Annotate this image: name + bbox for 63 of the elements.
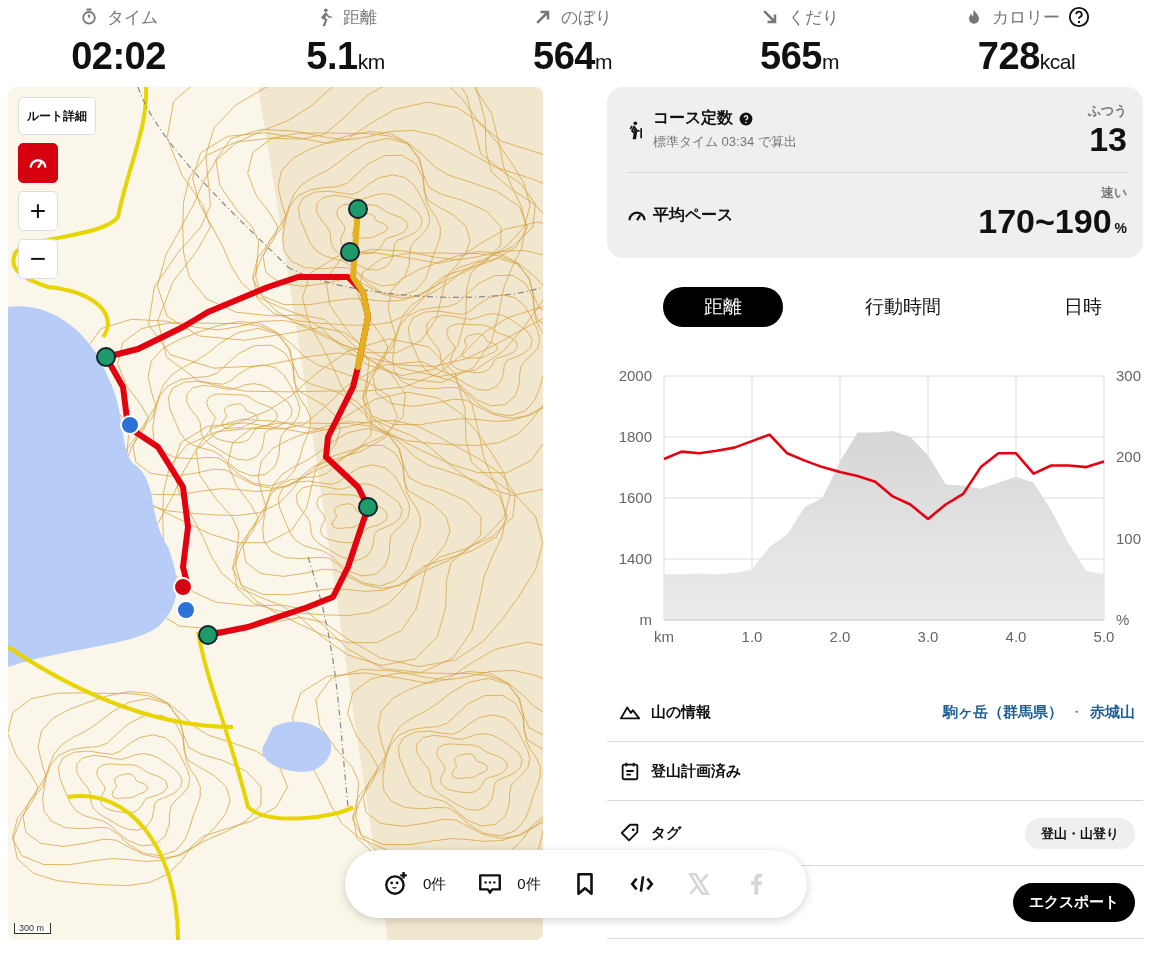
stat-unit: kcal <box>1039 50 1076 75</box>
mountain-link[interactable]: 駒ヶ岳（群馬県） <box>943 702 1063 720</box>
axis-label: 200 <box>1116 448 1142 466</box>
pace-unit: % <box>1114 220 1127 236</box>
grade-label: 速い <box>1101 184 1127 202</box>
stat-label: タイム <box>107 6 158 29</box>
axis-label: 300 <box>1116 367 1142 384</box>
tag-icon <box>619 822 641 844</box>
chart-tab[interactable]: 距離 <box>663 287 783 327</box>
axis-label: 3.0 <box>917 628 939 645</box>
row-label: 山の情報 <box>651 702 711 722</box>
axis-label: 1400 <box>618 550 652 567</box>
axis-label: 2.0 <box>829 628 851 645</box>
course-constant-value: 13 <box>1089 119 1127 158</box>
axis-label: % <box>1116 611 1130 628</box>
stat-value: 564 <box>533 34 595 78</box>
stat-unit: m <box>821 50 839 75</box>
axis-label: m <box>639 611 652 628</box>
zoom-out-button[interactable]: − <box>18 239 58 279</box>
map-scale: 300 m <box>14 923 51 934</box>
chart-tab[interactable]: 日時 <box>1023 287 1143 327</box>
export-button[interactable]: エクスポート <box>1013 882 1135 922</box>
stat-value: 565 <box>760 34 822 78</box>
card-title: コース定数 <box>653 108 733 128</box>
zoom-in-button[interactable]: + <box>18 191 58 231</box>
separator: ・ <box>1069 702 1084 720</box>
x-logo-icon <box>685 871 712 897</box>
pace-value: 170~190 <box>978 202 1112 240</box>
stat-value: 02:02 <box>71 34 166 78</box>
stat-label: 距離 <box>342 6 377 29</box>
help-icon[interactable] <box>1067 6 1090 28</box>
stopwatch-icon <box>79 7 99 27</box>
axis-label: 5.0 <box>1093 628 1115 645</box>
axis-label: km <box>654 628 674 645</box>
chart-tab[interactable]: 行動時間 <box>843 287 963 327</box>
tag-chip[interactable]: 登山・山登り <box>1025 817 1135 849</box>
card-note: 標準タイム 03:34 で算出 <box>653 133 797 151</box>
stat-label: のぼり <box>561 6 612 29</box>
axis-label: 100 <box>1116 529 1142 547</box>
help-icon[interactable] <box>739 111 753 126</box>
route-details-button[interactable]: ルート詳細 <box>18 97 96 135</box>
comment-button[interactable]: 0件 <box>477 871 541 897</box>
stat-unit: km <box>357 49 385 75</box>
axis-label: 2000 <box>618 367 652 384</box>
row-label: 登山計画済み <box>651 761 741 781</box>
stat-value: 5.1 <box>306 34 358 78</box>
stat-label: カロリー <box>991 6 1060 29</box>
stat-unit: m <box>594 50 612 75</box>
card-title: 平均ペース <box>653 205 733 225</box>
speech-bubble-icon <box>477 871 504 897</box>
axis-label: 1800 <box>618 428 652 445</box>
axis-label: 4.0 <box>1005 628 1027 645</box>
stat-value: 728 <box>977 34 1040 78</box>
stat-label: くだり <box>788 6 839 29</box>
pace-colors-button[interactable] <box>18 143 58 183</box>
calendar-icon <box>619 760 641 782</box>
smiley-add-icon <box>383 871 409 897</box>
row-label: タグ <box>651 823 681 843</box>
mountain-link[interactable]: 赤城山 <box>1090 702 1135 720</box>
axis-label: 1.0 <box>741 628 763 645</box>
grade-label: ふつう <box>1088 101 1127 120</box>
axis-label: 1600 <box>618 489 652 506</box>
reaction-button[interactable]: 0件 <box>383 871 447 897</box>
